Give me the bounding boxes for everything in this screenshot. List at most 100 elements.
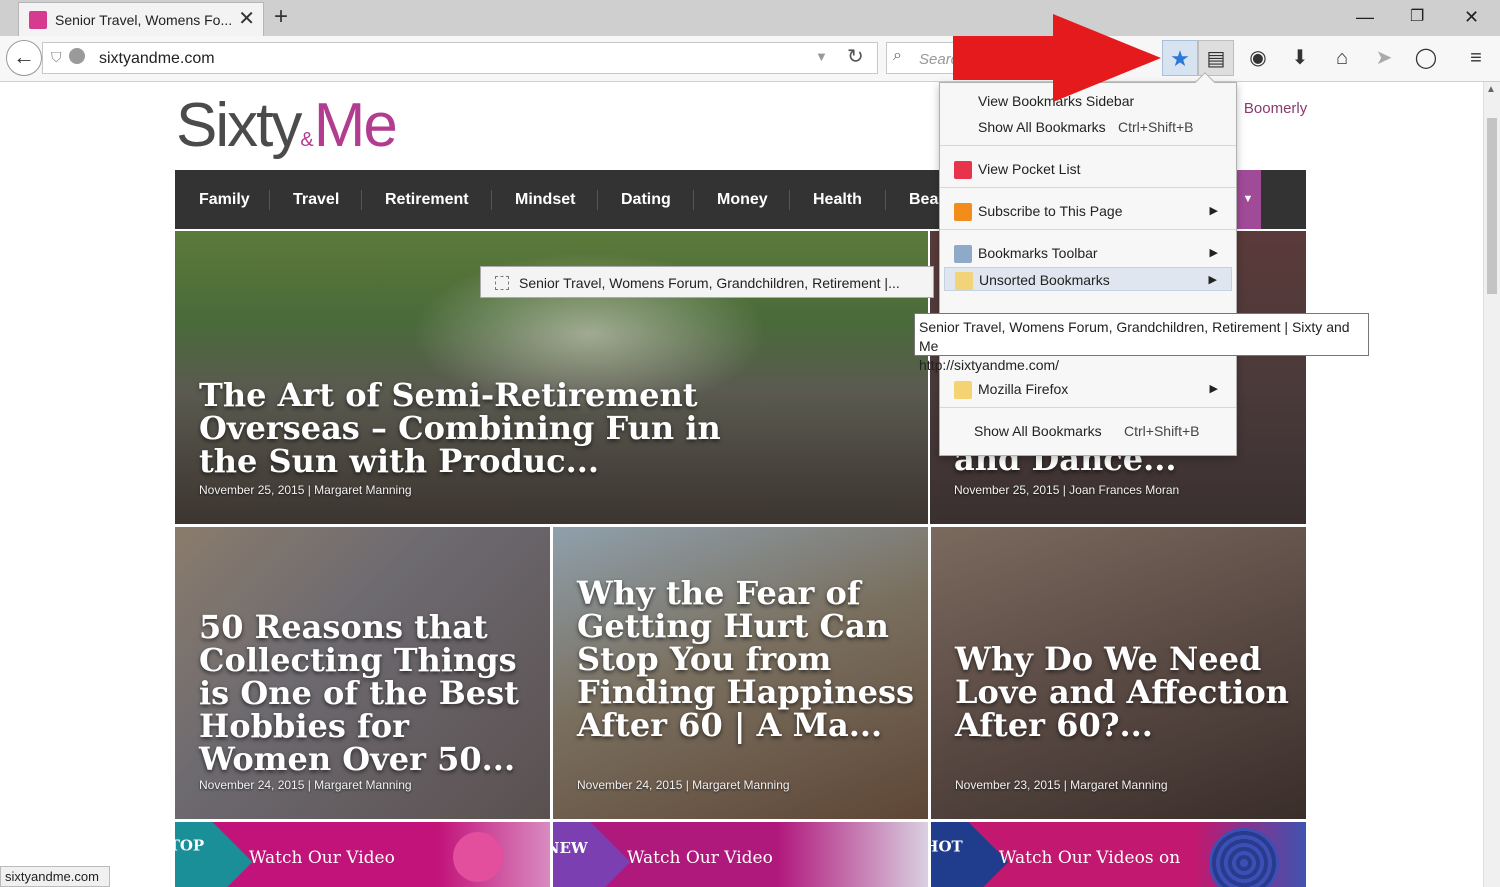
reload-icon[interactable]: ↻: [847, 44, 864, 69]
url-dropdown-icon[interactable]: ▼: [815, 49, 828, 64]
menu-item-mozilla-firefox[interactable]: Mozilla Firefox ▶: [944, 377, 1232, 401]
banner-badge: NEW: [553, 838, 588, 857]
menu-item-label: Bookmarks Toolbar: [978, 245, 1098, 261]
bookmark-star-icon[interactable]: ★: [1162, 40, 1198, 76]
browser-tab[interactable]: Senior Travel, Womens Fo... ✕: [18, 2, 264, 36]
search-icon: ⌕: [893, 47, 902, 64]
nav-item-money[interactable]: Money: [717, 170, 768, 229]
submenu-arrow-icon: ▶: [1208, 274, 1217, 286]
close-tab-icon[interactable]: ✕: [238, 7, 255, 31]
menu-separator: [940, 187, 1236, 188]
pocket-icon[interactable]: ◉: [1240, 40, 1276, 76]
url-bar[interactable]: ⛉ sixtyandme.com ▼ ↻: [42, 42, 878, 74]
menu-item-bookmarks-toolbar[interactable]: Bookmarks Toolbar ▶: [944, 241, 1232, 265]
chat-icon[interactable]: ◯: [1408, 40, 1444, 76]
nav-item-family[interactable]: Family: [199, 170, 250, 229]
article-title[interactable]: Why Do We Need Love and Affection After …: [955, 643, 1295, 742]
article-meta: November 24, 2015 | Margaret Manning: [577, 778, 790, 792]
site-favicon-icon: [29, 11, 47, 29]
menu-item-show-all-bottom[interactable]: Show All Bookmarks Ctrl+Shift+B: [944, 419, 1232, 443]
scroll-up-icon[interactable]: ▲: [1486, 84, 1496, 95]
drag-tip-text: Senior Travel, Womens Forum, Grandchildr…: [519, 275, 900, 291]
banner-badge: HOT: [931, 837, 963, 856]
site-logo[interactable]: Sixty&Me: [176, 90, 398, 161]
video-banner-new[interactable]: NEW Watch Our Video: [553, 822, 928, 887]
drag-bookmark-tip: Senior Travel, Womens Forum, Grandchildr…: [480, 266, 934, 298]
logo-sixty: Sixty: [176, 91, 302, 160]
top-link-label[interactable]: Boomerly: [1244, 100, 1307, 117]
article-tile-collecting[interactable]: 50 Reasons that Collecting Things is One…: [175, 527, 550, 819]
menu-item-label: Mozilla Firefox: [978, 381, 1069, 397]
menu-item-pocket[interactable]: View Pocket List: [944, 157, 1232, 181]
bookmarks-menu-icon[interactable]: ▤: [1198, 40, 1234, 76]
nav-item-mindset[interactable]: Mindset: [515, 170, 575, 229]
close-window-icon[interactable]: ✕: [1464, 4, 1479, 30]
nav-divider: [597, 190, 598, 210]
article-title[interactable]: 50 Reasons that Collecting Things is One…: [199, 611, 539, 776]
tooltip-title: Senior Travel, Womens Forum, Grandchildr…: [919, 319, 1350, 354]
rss-icon: [954, 203, 972, 221]
home-icon[interactable]: ⌂: [1324, 40, 1360, 76]
nav-item-retirement[interactable]: Retirement: [385, 170, 469, 229]
bookmark-tooltip: Senior Travel, Womens Forum, Grandchildr…: [914, 313, 1369, 373]
tab-bar: Senior Travel, Womens Fo... ✕ + — ❐ ✕: [0, 0, 1500, 36]
banner-ribbon: HOT: [931, 822, 1009, 887]
tab-title: Senior Travel, Womens Fo...: [55, 12, 233, 28]
banner-badge: TOP: [175, 836, 205, 855]
shield-icon[interactable]: ⛉: [51, 49, 62, 66]
logo-me: Me: [313, 91, 398, 160]
status-bar: sixtyandme.com: [0, 866, 110, 887]
menu-item-label: Show All Bookmarks: [978, 119, 1106, 135]
back-arrow-icon[interactable]: ←: [6, 40, 42, 76]
banner-label: Watch Our Video: [627, 848, 773, 868]
pocket-icon: [954, 161, 972, 179]
article-title[interactable]: Why the Fear of Getting Hurt Can Stop Yo…: [577, 577, 917, 742]
menu-item-label: Unsorted Bookmarks: [979, 272, 1110, 288]
toolbar-folder-icon: [954, 245, 972, 263]
folder-icon: [954, 381, 972, 399]
restore-icon[interactable]: ❐: [1410, 4, 1424, 30]
menu-item-shortcut: Ctrl+Shift+B: [1124, 423, 1200, 439]
menu-item-label: Show All Bookmarks: [974, 423, 1102, 439]
menu-item-show-all[interactable]: Show All Bookmarks Ctrl+Shift+B: [944, 115, 1232, 139]
nav-item-dating[interactable]: Dating: [621, 170, 671, 229]
menu-separator: [940, 229, 1236, 230]
url-text[interactable]: sixtyandme.com: [99, 50, 215, 68]
article-tile-love[interactable]: Why Do We Need Love and Affection After …: [931, 527, 1306, 819]
article-tile-fear[interactable]: Why the Fear of Getting Hurt Can Stop Yo…: [553, 527, 928, 819]
video-banner-top[interactable]: TOP Watch Our Video: [175, 822, 550, 887]
nav-divider: [269, 190, 270, 210]
banner-label: Watch Our Video: [249, 848, 395, 868]
new-tab-icon[interactable]: +: [274, 4, 288, 30]
unsorted-folder-icon: [955, 272, 973, 290]
article-meta: November 25, 2015 | Joan Frances Moran: [954, 483, 1180, 497]
minimize-icon[interactable]: —: [1356, 4, 1374, 30]
hamburger-menu-icon[interactable]: ≡: [1458, 40, 1494, 76]
nav-more-dropdown-icon[interactable]: ▼: [1235, 170, 1261, 229]
yarn-ball-icon: [453, 832, 503, 882]
nav-item-travel[interactable]: Travel: [293, 170, 339, 229]
nav-item-health[interactable]: Health: [813, 170, 862, 229]
video-banner-hot[interactable]: HOT Watch Our Videos on: [931, 822, 1306, 887]
submenu-arrow-icon: ▶: [1209, 205, 1218, 217]
article-title[interactable]: The Art of Semi-Retirement Overseas – Co…: [199, 379, 759, 478]
article-meta: November 24, 2015 | Margaret Manning: [199, 778, 412, 792]
scrollbar-thumb[interactable]: [1487, 118, 1497, 294]
menu-separator: [940, 407, 1236, 408]
top-link-boomerly[interactable]: |Boomerly: [1234, 100, 1307, 117]
banner-ribbon: TOP: [175, 822, 253, 887]
article-meta: November 23, 2015 | Margaret Manning: [955, 778, 1168, 792]
nav-item-beauty[interactable]: Bea: [909, 170, 938, 229]
logo-amp: &: [300, 129, 314, 151]
globe-icon[interactable]: [69, 48, 85, 64]
arrow-shape: [953, 14, 1161, 102]
download-icon[interactable]: ⬇: [1282, 40, 1318, 76]
red-pointer-arrow-icon: [953, 14, 1161, 102]
share-icon[interactable]: ➤: [1366, 40, 1402, 76]
menu-item-unsorted-bookmarks[interactable]: Unsorted Bookmarks ▶: [944, 267, 1232, 291]
menu-item-subscribe[interactable]: Subscribe to This Page ▶: [944, 199, 1232, 223]
page-scrollbar[interactable]: ▲: [1483, 82, 1500, 887]
nav-divider: [885, 190, 886, 210]
search-input[interactable]: ⌕ Search: [886, 42, 967, 74]
menu-item-label: View Pocket List: [978, 161, 1081, 177]
